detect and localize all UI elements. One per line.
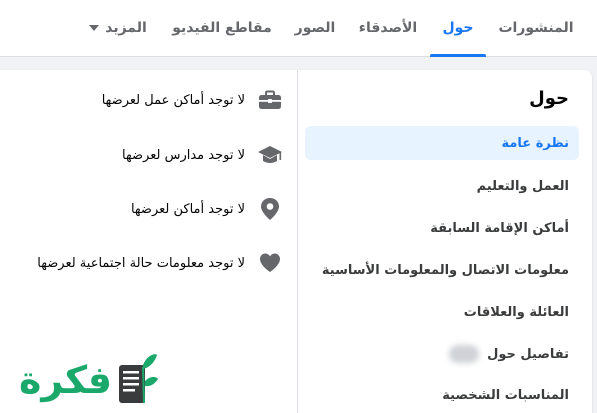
location-pin-icon xyxy=(257,196,283,222)
tab-friends[interactable]: الأصدقاء xyxy=(356,0,420,56)
tab-photos[interactable]: الصور xyxy=(285,0,345,56)
sidebar-item-details-about[interactable]: تفاصيل حول xyxy=(305,337,579,371)
tab-label: الصور xyxy=(294,20,336,36)
sidebar-item-contact-basic-info[interactable]: معلومات الاتصال والمعلومات الأساسية xyxy=(305,253,579,287)
sidebar-item-family-relationships[interactable]: العائلة والعلاقات xyxy=(305,295,579,329)
profile-tab-bar: المنشورات حول الأصدقاء الصور مقاطع الفيد… xyxy=(0,0,597,57)
sidebar-item-overview[interactable]: نظرة عامة xyxy=(305,126,579,160)
book-leaf-icon xyxy=(112,350,160,410)
graduation-cap-icon xyxy=(257,142,283,168)
tab-label: مقاطع الفيديو xyxy=(172,20,272,36)
overview-row-text: لا توجد أماكن عمل لعرضها xyxy=(101,92,245,108)
watermark-text: فكرة xyxy=(18,357,112,402)
tab-posts[interactable]: المنشورات xyxy=(497,0,575,56)
overview-row-text: لا توجد أماكن لعرضها xyxy=(130,201,245,217)
overview-row-text: لا توجد معلومات حالة اجتماعية لعرضها xyxy=(37,255,245,271)
tab-label: الأصدقاء xyxy=(358,20,418,36)
tab-label: المنشورات xyxy=(498,20,574,36)
heart-icon xyxy=(257,250,283,276)
sidebar-item-label: العائلة والعلاقات xyxy=(463,304,569,320)
chevron-down-icon xyxy=(89,25,100,31)
tab-label: حول xyxy=(442,20,474,36)
sidebar-item-places-lived[interactable]: أماكن الإقامة السابقة xyxy=(305,211,579,245)
tab-about[interactable]: حول xyxy=(430,0,486,57)
overview-row-education: لا توجد مدارس لعرضها xyxy=(122,141,283,169)
sidebar-item-label: تفاصيل حول xyxy=(487,346,569,362)
blurred-name xyxy=(449,345,480,363)
sidebar-item-label: أماكن الإقامة السابقة xyxy=(430,220,569,236)
briefcase-icon xyxy=(257,87,283,113)
sidebar-item-label: نظرة عامة xyxy=(501,135,569,151)
tab-label: المزيد xyxy=(105,20,147,36)
sidebar-item-label: العمل والتعليم xyxy=(476,178,569,194)
tab-videos[interactable]: مقاطع الفيديو xyxy=(170,0,274,56)
overview-row-relationship: لا توجد معلومات حالة اجتماعية لعرضها xyxy=(37,249,283,277)
tab-more[interactable]: المزيد xyxy=(78,0,158,56)
overview-row-text: لا توجد مدارس لعرضها xyxy=(122,147,245,163)
sidebar-item-life-events[interactable]: المناسبات الشخصية xyxy=(305,378,579,412)
about-title: حول xyxy=(529,88,569,109)
sidebar-item-work-education[interactable]: العمل والتعليم xyxy=(305,169,579,203)
overview-row-places: لا توجد أماكن لعرضها xyxy=(131,195,283,223)
section-divider xyxy=(297,70,298,413)
overview-row-work: لا توجد أماكن عمل لعرضها xyxy=(102,86,283,114)
watermark-logo: فكرة xyxy=(0,346,160,413)
sidebar-item-label: معلومات الاتصال والمعلومات الأساسية xyxy=(321,262,569,278)
sidebar-item-label: المناسبات الشخصية xyxy=(442,387,569,403)
